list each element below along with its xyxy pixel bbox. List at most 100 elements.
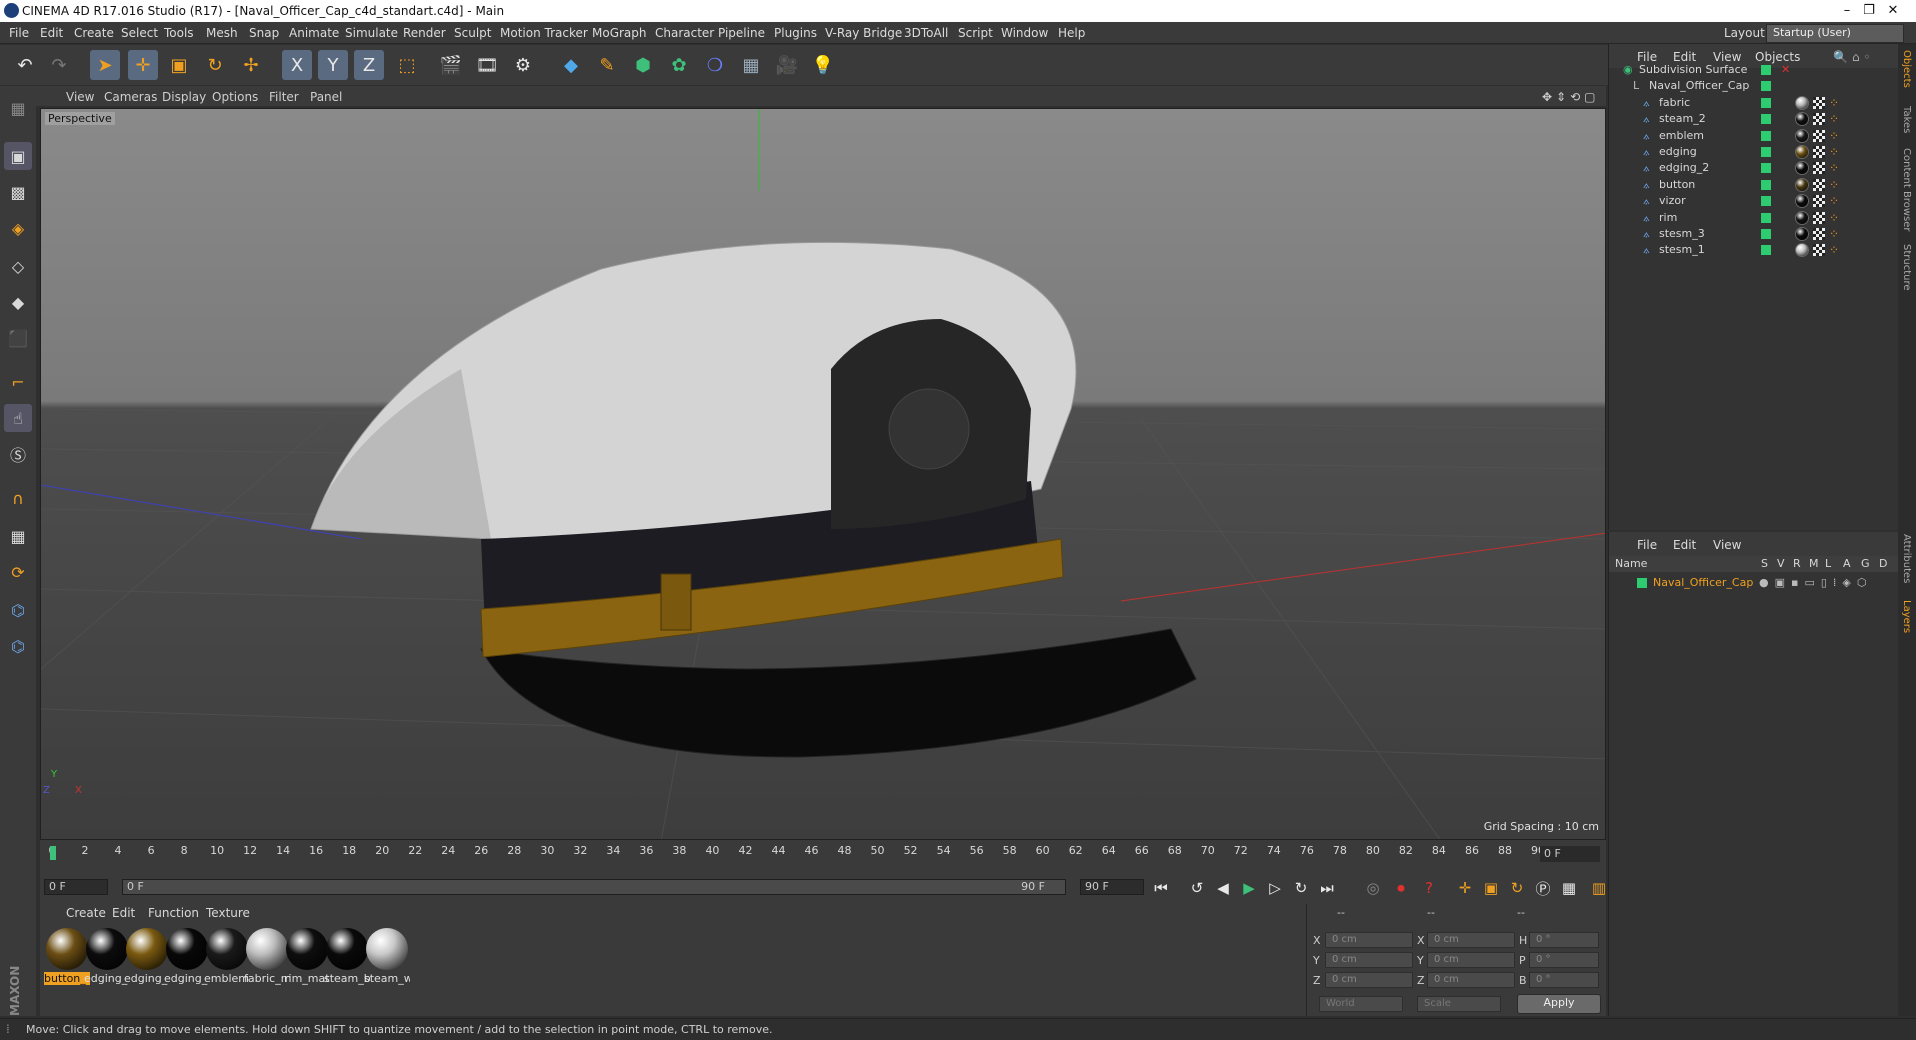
- floor-icon[interactable]: ▦: [736, 50, 766, 80]
- object-visibility-toggle[interactable]: [1761, 81, 1771, 92]
- object-visibility-toggle[interactable]: [1761, 114, 1771, 125]
- edges-mode-icon[interactable]: ◆: [4, 288, 32, 316]
- axis-z-button[interactable]: Z: [354, 50, 384, 80]
- menu-edit[interactable]: Edit: [40, 26, 63, 40]
- phong-tag-icon[interactable]: ⁘: [1829, 129, 1839, 143]
- layout-select[interactable]: Startup (User): [1766, 24, 1904, 43]
- next-key-icon[interactable]: ↻: [1290, 877, 1312, 899]
- uvw-tag-icon[interactable]: [1813, 195, 1825, 208]
- object-name[interactable]: button: [1659, 178, 1695, 191]
- key-pla-icon[interactable]: ▦: [1558, 877, 1580, 899]
- coordinate-system-icon[interactable]: ⬚: [392, 50, 422, 80]
- timeline-ruler[interactable]: 0246810121416182022242628303234363840424…: [40, 840, 1606, 870]
- size-x-field[interactable]: 0 cm: [1427, 932, 1515, 948]
- workplane-icon[interactable]: ◈: [4, 214, 32, 242]
- rotation-b-field[interactable]: 0 °: [1529, 972, 1599, 988]
- python-script-icon[interactable]: ⌬: [4, 632, 32, 660]
- object-name[interactable]: vizor: [1659, 194, 1686, 207]
- phong-tag-icon[interactable]: ⁘: [1829, 211, 1839, 225]
- model-mode-icon[interactable]: ▣: [4, 142, 32, 170]
- phong-tag-icon[interactable]: ⁘: [1829, 112, 1839, 126]
- object-visibility-toggle[interactable]: [1761, 65, 1771, 75]
- object-visibility-toggle[interactable]: [1761, 97, 1771, 108]
- mograph-cloner-icon[interactable]: ✿: [664, 50, 694, 80]
- material-tag-icon[interactable]: [1795, 112, 1809, 127]
- object-name[interactable]: stesm_1: [1659, 243, 1705, 256]
- size-y-field[interactable]: 0 cm: [1427, 952, 1515, 968]
- menu-3dtoall[interactable]: 3DToAll: [904, 26, 948, 40]
- object-visibility-toggle[interactable]: [1761, 163, 1771, 174]
- render-settings-icon[interactable]: ⚙: [508, 50, 538, 80]
- menu-create[interactable]: Create: [74, 26, 114, 40]
- tweak-mode-icon[interactable]: ☝: [4, 404, 32, 432]
- uvw-tag-icon[interactable]: [1813, 178, 1825, 191]
- lock-workplane-icon[interactable]: ▦: [4, 522, 32, 550]
- material-tag-icon[interactable]: [1795, 177, 1809, 192]
- points-mode-icon[interactable]: ◇: [4, 252, 32, 280]
- object-name[interactable]: edging: [1659, 145, 1697, 158]
- object-visibility-toggle[interactable]: [1761, 245, 1771, 256]
- transform-icon[interactable]: ✢: [236, 50, 266, 80]
- layer-color-swatch[interactable]: [1637, 578, 1647, 588]
- menu-vray-bridge[interactable]: V-Ray Bridge: [825, 26, 902, 40]
- cube-icon[interactable]: ◆: [556, 50, 586, 80]
- camera-icon[interactable]: 🎥: [772, 50, 802, 80]
- uvw-tag-icon[interactable]: [1813, 162, 1825, 175]
- menu-pipeline[interactable]: Pipeline: [718, 26, 765, 40]
- key-parameter-icon[interactable]: Ⓟ: [1532, 877, 1554, 899]
- menu-select[interactable]: Select: [121, 26, 158, 40]
- material-tag-icon[interactable]: [1795, 210, 1809, 225]
- menu-character[interactable]: Character: [655, 26, 714, 40]
- menu-file[interactable]: File: [9, 26, 29, 40]
- current-frame-field[interactable]: 0 F: [1540, 846, 1600, 862]
- viewport-navigation-icons[interactable]: ✥⇕⟲▢: [1542, 90, 1600, 104]
- object-name[interactable]: Naval_Officer_Cap: [1649, 79, 1749, 92]
- layer-row[interactable]: Naval_Officer_Cap ●▣▪▭▯⁞◈⬡: [1609, 574, 1899, 592]
- axis-x-button[interactable]: X: [282, 50, 312, 80]
- size-z-field[interactable]: 0 cm: [1427, 972, 1515, 988]
- material-tag-icon[interactable]: [1795, 227, 1809, 241]
- material-swatch[interactable]: steam_w: [364, 926, 410, 986]
- record-keys-icon[interactable]: ◎: [1362, 877, 1384, 899]
- layer-name[interactable]: Naval_Officer_Cap: [1653, 576, 1753, 589]
- start-frame-field[interactable]: 0 F: [44, 879, 108, 895]
- texture-mode-icon[interactable]: ▩: [4, 178, 32, 206]
- move-tool-button[interactable]: ✛: [128, 50, 158, 80]
- object-visibility-toggle[interactable]: [1761, 179, 1771, 190]
- object-row[interactable]: ⟑ stesm_1 ⁘: [1609, 240, 1899, 260]
- keyframe-selection-icon[interactable]: ?: [1418, 877, 1440, 899]
- uvw-tag-icon[interactable]: [1813, 129, 1825, 142]
- viewport-menu-options[interactable]: Options: [212, 90, 258, 104]
- viewport-menu-view[interactable]: View: [66, 90, 94, 104]
- subdivision-icon[interactable]: ⬢: [628, 50, 658, 80]
- uvw-tag-icon[interactable]: [1813, 211, 1825, 224]
- go-to-end-icon[interactable]: ⏭: [1316, 877, 1338, 899]
- render-view-icon[interactable]: 🎬: [436, 50, 466, 80]
- coordinate-mode-select[interactable]: Scale: [1417, 996, 1501, 1012]
- play-icon[interactable]: ▶: [1238, 877, 1260, 899]
- object-name[interactable]: edging_2: [1659, 161, 1709, 174]
- uvw-tag-icon[interactable]: [1813, 96, 1825, 109]
- rotation-p-field[interactable]: 0 °: [1529, 952, 1599, 968]
- tab-takes[interactable]: Takes: [1901, 106, 1912, 133]
- menu-render[interactable]: Render: [403, 26, 446, 40]
- planar-workplane-icon[interactable]: ⟳: [4, 558, 32, 586]
- material-menu-function[interactable]: Function: [148, 906, 199, 920]
- position-y-field[interactable]: 0 cm: [1325, 952, 1413, 968]
- menu-tools[interactable]: Tools: [164, 26, 194, 40]
- material-tag-icon[interactable]: [1795, 145, 1809, 159]
- menu-mograph[interactable]: MoGraph: [592, 26, 647, 40]
- uvw-tag-icon[interactable]: [1813, 113, 1825, 126]
- light-icon[interactable]: 💡: [808, 50, 838, 80]
- rotate-icon[interactable]: ↻: [200, 50, 230, 80]
- tab-content-browser[interactable]: Content Browser: [1901, 148, 1912, 231]
- playhead-marker[interactable]: [50, 846, 56, 860]
- object-visibility-toggle[interactable]: [1761, 196, 1771, 207]
- phong-tag-icon[interactable]: ⁘: [1829, 161, 1839, 175]
- frame-range-slider[interactable]: 0 F 90 F: [122, 879, 1066, 895]
- menu-help[interactable]: Help: [1058, 26, 1085, 40]
- material-menu-texture[interactable]: Texture: [206, 906, 250, 920]
- go-to-start-icon[interactable]: ⏮: [1150, 877, 1172, 899]
- axis-mode-icon[interactable]: ⌐: [4, 368, 32, 396]
- viewport-menu-cameras[interactable]: Cameras: [104, 90, 157, 104]
